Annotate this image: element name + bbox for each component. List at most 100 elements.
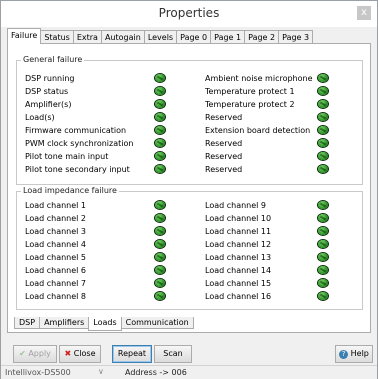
repeat-button[interactable]: Repeat: [112, 345, 152, 363]
general_failure-left-label-2: Amplifier(s): [25, 100, 72, 109]
chevron-down-icon[interactable]: ∨: [98, 367, 104, 376]
load_impedance-right-label-5: Load channel 14: [205, 266, 272, 275]
failure-panel: General failure DSP running Ambient noise…: [7, 43, 371, 333]
properties-window: Properties x Failure Status Extra Autoga…: [0, 0, 378, 379]
load_impedance-right-label-1: Load channel 10: [205, 214, 272, 223]
top-tab-strip: Failure Status Extra Autogain Levels Pag…: [7, 28, 314, 44]
tab-page-0[interactable]: Page 0: [176, 30, 212, 44]
load_impedance-left-label-1: Load channel 2: [25, 214, 87, 223]
status-led-icon: [155, 87, 165, 95]
title-bar: Properties x: [1, 1, 377, 27]
status-led-icon: [155, 126, 165, 134]
bottom-tab-strip: DSP Amplifiers Loads Communication: [14, 317, 194, 331]
load_impedance-right-label-0: Load channel 9: [205, 201, 267, 210]
apply-button[interactable]: ✔ Apply: [13, 345, 57, 363]
status-led-icon: [155, 253, 165, 261]
status-led-icon: [155, 240, 165, 248]
close-window-icon[interactable]: x: [357, 6, 371, 20]
load_impedance-left-label-4: Load channel 5: [25, 253, 87, 262]
load-impedance-title: Load impedance failure: [21, 186, 119, 195]
status-led-icon: [155, 165, 165, 173]
status-led-icon: [155, 292, 165, 300]
status-led-icon: [318, 240, 328, 248]
status-led-icon: [318, 165, 328, 173]
general_failure-left-label-1: DSP status: [25, 87, 69, 96]
tab-page-3[interactable]: Page 3: [278, 30, 314, 44]
status-led-icon: [155, 279, 165, 287]
status-led-icon: [318, 266, 328, 274]
general-failure-group: General failure DSP running Ambient noise…: [16, 55, 363, 185]
help-button[interactable]: ? Help: [335, 345, 373, 363]
device-name: Intellivox-DS500: [5, 368, 71, 377]
status-led-icon: [155, 227, 165, 235]
load_impedance-right-label-6: Load channel 15: [205, 279, 272, 288]
general_failure-left-label-5: PWM clock synchronization: [25, 139, 134, 148]
general_failure-left-label-4: Firmware communication: [25, 126, 127, 135]
status-led-icon: [318, 87, 328, 95]
status-led-icon: [318, 126, 328, 134]
load_impedance-left-label-3: Load channel 4: [25, 240, 87, 249]
load_impedance-left-label-0: Load channel 1: [25, 201, 87, 210]
tab-failure[interactable]: Failure: [7, 28, 42, 44]
status-led-icon: [155, 214, 165, 222]
status-led-icon: [318, 214, 328, 222]
scan-button[interactable]: Scan: [154, 345, 192, 363]
status-led-icon: [318, 292, 328, 300]
status-led-icon: [155, 113, 165, 121]
close-label: Close: [73, 349, 96, 358]
tab-autogain[interactable]: Autogain: [100, 30, 145, 44]
status-led-icon: [318, 100, 328, 108]
tab-page-1[interactable]: Page 1: [210, 30, 246, 44]
general_failure-right-label-7: Reserved: [205, 165, 243, 174]
load-impedance-group: Load impedance failure Load channel 1 Loa…: [16, 186, 363, 310]
general_failure-right-label-2: Temperature protect 2: [205, 100, 295, 109]
help-label: Help: [350, 349, 369, 358]
status-led-icon: [318, 113, 328, 121]
load_impedance-right-label-7: Load channel 16: [205, 292, 272, 301]
close-icon: ✖: [64, 349, 72, 358]
status-led-icon: [155, 266, 165, 274]
tab-loads[interactable]: Loads: [88, 317, 122, 331]
status-led-icon: [318, 279, 328, 287]
tab-dsp[interactable]: DSP: [14, 317, 41, 329]
load_impedance-left-label-5: Load channel 6: [25, 266, 87, 275]
load_impedance-right-label-2: Load channel 11: [205, 227, 272, 236]
status-led-icon: [318, 201, 328, 209]
tab-communication[interactable]: Communication: [120, 317, 194, 329]
status-led-icon: [318, 74, 328, 82]
status-led-icon: [318, 152, 328, 160]
window-title: Properties: [158, 6, 220, 20]
tab-page-2[interactable]: Page 2: [244, 30, 280, 44]
load_impedance-right-label-4: Load channel 13: [205, 253, 272, 262]
tab-status[interactable]: Status: [40, 30, 74, 44]
load_impedance-left-label-6: Load channel 7: [25, 279, 87, 288]
tab-amplifiers[interactable]: Amplifiers: [39, 317, 90, 329]
status-led-icon: [318, 139, 328, 147]
general_failure-left-label-7: Pilot tone secondary input: [25, 165, 130, 174]
close-button[interactable]: ✖ Close: [59, 345, 101, 363]
general_failure-right-label-3: Reserved: [205, 113, 243, 122]
load_impedance-left-label-2: Load channel 3: [25, 227, 87, 236]
tab-extra[interactable]: Extra: [72, 30, 102, 44]
status-led-icon: [155, 201, 165, 209]
general_failure-right-label-6: Reserved: [205, 152, 243, 161]
general_failure-left-label-6: Pilot tone main input: [25, 152, 109, 161]
apply-label: Apply: [28, 349, 51, 358]
general_failure-right-label-1: Temperature protect 1: [205, 87, 295, 96]
status-led-icon: [155, 152, 165, 160]
general_failure-left-label-3: Load(s): [25, 113, 55, 122]
status-led-icon: [155, 139, 165, 147]
status-led-icon: [155, 74, 165, 82]
tab-levels[interactable]: Levels: [143, 30, 178, 44]
load_impedance-right-label-3: Load channel 12: [205, 240, 272, 249]
status-led-icon: [155, 100, 165, 108]
status-led-icon: [318, 227, 328, 235]
address-text: Address -> 006: [125, 368, 187, 377]
general_failure-right-label-5: Reserved: [205, 139, 243, 148]
check-icon: ✔: [19, 349, 26, 358]
general_failure-right-label-4: Extension board detection: [205, 126, 311, 135]
status-bar: Intellivox-DS500 ∨ Address -> 006: [1, 365, 377, 379]
general_failure-left-label-0: DSP running: [25, 74, 75, 83]
help-icon: ?: [339, 350, 349, 359]
general-failure-title: General failure: [21, 55, 85, 64]
